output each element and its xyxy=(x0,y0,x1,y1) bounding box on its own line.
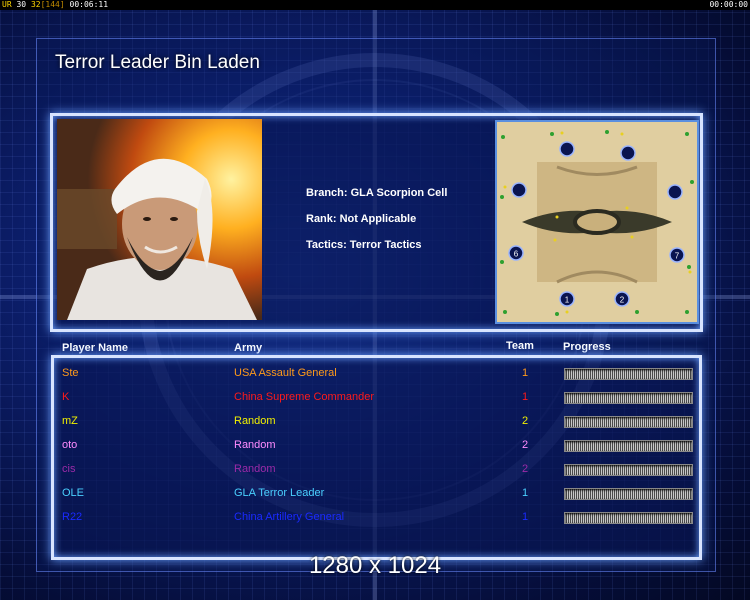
column-header-army: Army xyxy=(234,342,263,354)
start-position-8: 6 xyxy=(508,245,524,261)
start-position-2: 2 xyxy=(614,291,630,307)
start-position-6 xyxy=(559,141,575,157)
player-progress-bar xyxy=(564,392,693,404)
player-progress-bar xyxy=(564,488,693,500)
player-row: R22 China Artillery General 1 xyxy=(0,511,750,525)
player-name: R22 xyxy=(62,511,83,523)
rank-label: Rank: Not Applicable xyxy=(306,213,417,225)
player-row: mZ Random 2 xyxy=(0,415,750,429)
player-name: oto xyxy=(62,439,78,451)
start-position-3: 7 xyxy=(669,247,685,263)
player-team: 1 xyxy=(522,511,529,523)
player-army: Random xyxy=(234,439,276,451)
svg-text:7: 7 xyxy=(675,252,680,261)
player-army: China Supreme Commander xyxy=(234,391,375,403)
status-value: 32 xyxy=(30,0,41,9)
player-progress-bar xyxy=(564,368,693,380)
map-preview: 1 2 7 6 xyxy=(495,120,699,324)
player-row: cis Random 2 xyxy=(0,463,750,477)
start-position-7 xyxy=(511,182,527,198)
branch-label: Branch: GLA Scorpion Cell xyxy=(306,187,448,199)
start-position-1: 1 xyxy=(559,291,575,307)
player-progress-bar xyxy=(564,464,693,476)
status-fps: 30 xyxy=(16,0,27,9)
players-panel xyxy=(51,355,702,560)
player-team: 2 xyxy=(522,463,529,475)
start-position-5 xyxy=(620,145,636,161)
player-army: Random xyxy=(234,463,276,475)
status-bar: UR 30 32[144] 00:06:11 00:00:00 xyxy=(0,0,750,10)
status-right-time: 00:00:00 xyxy=(709,0,748,9)
status-game-time: 00:06:11 xyxy=(69,0,109,9)
svg-text:2: 2 xyxy=(620,296,625,305)
player-row: oto Random 2 xyxy=(0,439,750,453)
player-name: cis xyxy=(62,463,76,475)
resolution-caption: 1280 x 1024 xyxy=(308,552,442,579)
player-name: K xyxy=(62,391,70,403)
player-name: mZ xyxy=(62,415,78,427)
start-positions-layer: 1 2 7 6 xyxy=(508,141,685,307)
player-progress-bar xyxy=(564,416,693,428)
player-army: Random xyxy=(234,415,276,427)
column-header-team: Team xyxy=(506,340,534,352)
column-header-player: Player Name xyxy=(62,342,129,354)
svg-text:1: 1 xyxy=(565,296,570,305)
column-header-progress: Progress xyxy=(563,341,611,353)
player-progress-bar xyxy=(564,440,693,452)
status-ur: UR xyxy=(2,0,12,9)
tactics-label: Tactics: Terror Tactics xyxy=(306,239,422,251)
player-team: 1 xyxy=(522,487,529,499)
general-title: Terror Leader Bin Laden xyxy=(55,52,260,73)
status-bracket-value: [144] xyxy=(40,0,65,9)
svg-text:6: 6 xyxy=(514,250,519,259)
portrait-image xyxy=(57,119,262,320)
player-army: China Artillery General xyxy=(234,511,345,523)
general-portrait xyxy=(57,119,262,320)
player-progress-bar xyxy=(564,512,693,524)
player-army: GLA Terror Leader xyxy=(234,487,325,499)
player-team: 1 xyxy=(522,391,529,403)
player-army: USA Assault General xyxy=(234,367,337,379)
player-name: OLE xyxy=(62,487,85,499)
player-team: 2 xyxy=(522,439,529,451)
player-row: K China Supreme Commander 1 xyxy=(0,391,750,405)
status-left: UR 30 32[144] 00:06:11 xyxy=(2,0,108,10)
player-row: OLE GLA Terror Leader 1 xyxy=(0,487,750,501)
player-name: Ste xyxy=(62,367,79,379)
player-team: 1 xyxy=(522,367,529,379)
player-row: Ste USA Assault General 1 xyxy=(0,367,750,381)
player-team: 2 xyxy=(522,415,529,427)
start-position-4 xyxy=(667,184,683,200)
